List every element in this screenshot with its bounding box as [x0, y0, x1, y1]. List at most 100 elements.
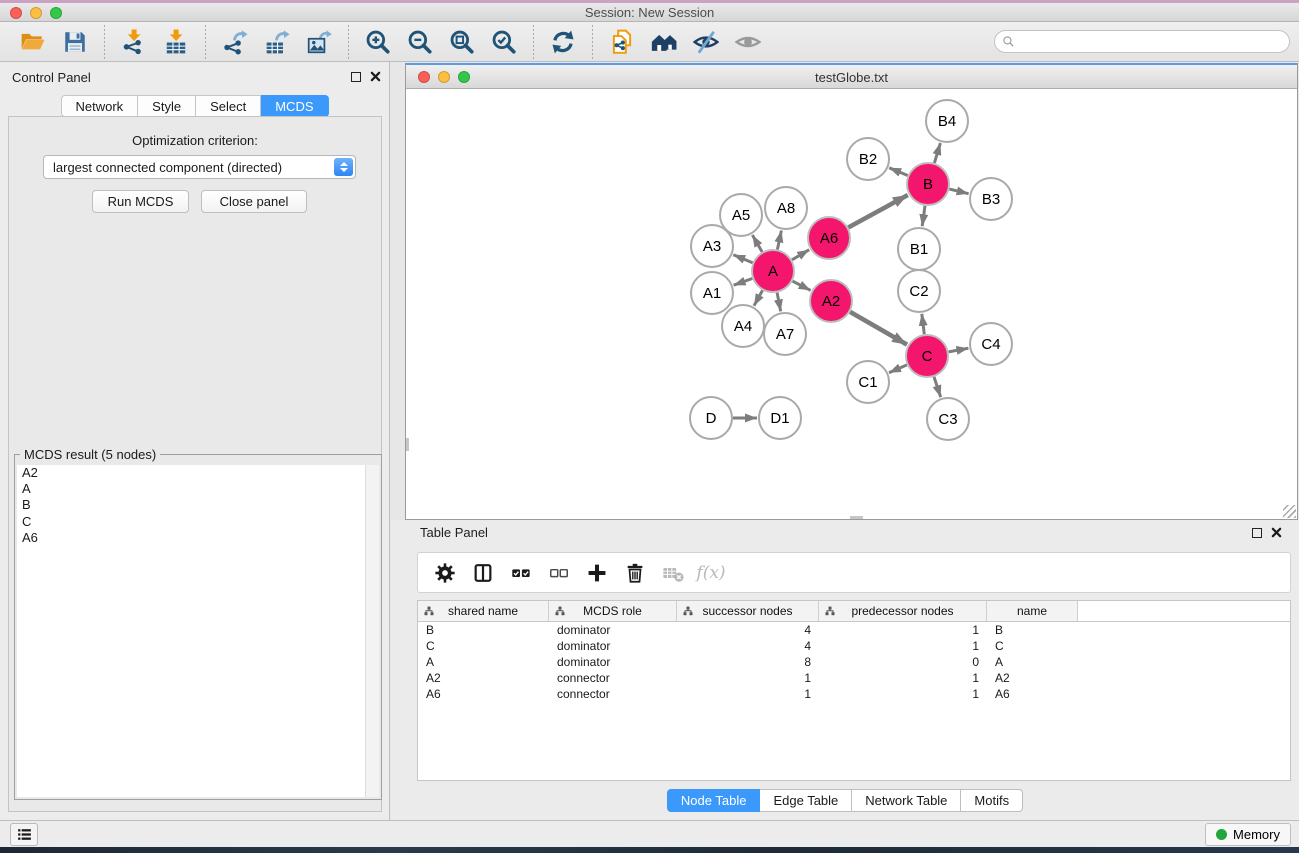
graph-node-B2[interactable]: B2: [847, 138, 889, 180]
graph-edge-A-A4[interactable]: [754, 290, 763, 306]
table-row-A2[interactable]: A2connector11A2: [418, 670, 1290, 686]
float-table-panel-icon[interactable]: [1252, 528, 1262, 538]
table-row-A[interactable]: Adominator80A: [418, 654, 1290, 670]
graph-node-A7[interactable]: A7: [764, 313, 806, 355]
first-neighbors-button[interactable]: [645, 25, 683, 59]
column-header-successor-nodes[interactable]: successor nodes: [677, 601, 819, 621]
close-table-panel-icon[interactable]: [1271, 527, 1282, 538]
table-row-A6[interactable]: A6connector11A6: [418, 686, 1290, 702]
create-new-column-button[interactable]: [581, 557, 613, 589]
splitter-handle-bottom[interactable]: [850, 516, 863, 519]
save-session-button[interactable]: [56, 25, 94, 59]
tab-network[interactable]: Network: [60, 95, 138, 117]
table-row-B[interactable]: Bdominator41B: [418, 622, 1290, 638]
graph-edge-A-A3[interactable]: [733, 255, 752, 263]
graph-node-C[interactable]: C: [906, 335, 948, 377]
network-canvas[interactable]: B4B2BB3A5A8A6A3B1AA1C2A2A4A7C4CC1C3DD1: [406, 89, 1297, 519]
tab-node-table[interactable]: Node Table: [667, 789, 761, 812]
graph-node-A3[interactable]: A3: [691, 225, 733, 267]
graph-edge-A6-B[interactable]: [848, 195, 908, 228]
close-panel-icon[interactable]: [370, 71, 381, 82]
graph-edge-C-C1[interactable]: [889, 365, 907, 373]
graph-edge-A2-C[interactable]: [850, 312, 907, 345]
search-box[interactable]: [994, 30, 1290, 53]
delete-columns-button[interactable]: [619, 557, 651, 589]
tab-style[interactable]: Style: [138, 95, 196, 117]
table-options-button[interactable]: [429, 557, 461, 589]
column-header-name[interactable]: name: [987, 601, 1078, 621]
task-history-button[interactable]: [10, 823, 38, 846]
zoom-out-button[interactable]: [401, 25, 439, 59]
open-session-button[interactable]: [14, 25, 52, 59]
result-list-scrollbar[interactable]: [365, 465, 379, 797]
graph-edge-B-B2[interactable]: [889, 168, 908, 176]
graph-node-A2[interactable]: A2: [810, 280, 852, 322]
splitter-handle-left[interactable]: [406, 438, 409, 451]
graph-edge-B-B3[interactable]: [949, 189, 968, 194]
fit-content-button[interactable]: [443, 25, 481, 59]
float-panel-icon[interactable]: [351, 72, 361, 82]
tab-edge-table[interactable]: Edge Table: [760, 789, 852, 812]
tab-mcds[interactable]: MCDS: [261, 95, 328, 117]
unselect-all-columns-button[interactable]: [543, 557, 575, 589]
show-all-button[interactable]: [729, 25, 767, 59]
criterion-select[interactable]: largest connected component (directed): [43, 155, 356, 179]
graph-node-D1[interactable]: D1: [759, 397, 801, 439]
zoom-in-button[interactable]: [359, 25, 397, 59]
close-panel-button[interactable]: Close panel: [201, 190, 307, 213]
import-table-from-file-button[interactable]: [157, 25, 195, 59]
graph-edge-C-C4[interactable]: [949, 348, 969, 352]
export-table-button[interactable]: [258, 25, 296, 59]
network-window-titlebar[interactable]: testGlobe.txt: [406, 65, 1297, 89]
graph-edge-A-A1[interactable]: [734, 279, 753, 286]
column-header-shared-name[interactable]: shared name: [418, 601, 549, 621]
graph-node-B[interactable]: B: [907, 163, 949, 205]
graph-edge-B-B4[interactable]: [934, 143, 940, 163]
table-row-C[interactable]: Cdominator41C: [418, 638, 1290, 654]
graph-edge-B-B1[interactable]: [922, 206, 925, 226]
result-item[interactable]: A2: [17, 465, 379, 481]
graph-node-D[interactable]: D: [690, 397, 732, 439]
show-columns-button[interactable]: [467, 557, 499, 589]
export-network-button[interactable]: [216, 25, 254, 59]
graph-edge-A-A2[interactable]: [793, 281, 811, 290]
result-item[interactable]: C: [17, 514, 379, 530]
graph-node-A4[interactable]: A4: [722, 305, 764, 347]
tab-network-table[interactable]: Network Table: [852, 789, 961, 812]
graph-edge-C-C2[interactable]: [922, 314, 925, 334]
graph-node-C2[interactable]: C2: [898, 270, 940, 312]
graph-node-A[interactable]: A: [752, 250, 794, 292]
graph-node-B4[interactable]: B4: [926, 100, 968, 142]
graph-edge-A-A5[interactable]: [752, 235, 762, 252]
fit-selected-button[interactable]: [485, 25, 523, 59]
result-item[interactable]: B: [17, 497, 379, 513]
graph-edge-A-A8[interactable]: [777, 231, 781, 250]
graph-edge-A-A6[interactable]: [792, 250, 809, 260]
run-mcds-button[interactable]: Run MCDS: [92, 190, 189, 213]
apply-preferred-layout-button[interactable]: [544, 25, 582, 59]
new-network-from-selection-button[interactable]: [603, 25, 641, 59]
graph-node-B1[interactable]: B1: [898, 228, 940, 270]
result-item[interactable]: A6: [17, 530, 379, 546]
graph-node-A8[interactable]: A8: [765, 187, 807, 229]
search-input[interactable]: [1015, 33, 1289, 51]
hide-selected-button[interactable]: [687, 25, 725, 59]
tab-select[interactable]: Select: [196, 95, 261, 117]
graph-node-A6[interactable]: A6: [808, 217, 850, 259]
graph-edge-C-C3[interactable]: [934, 377, 941, 397]
graph-node-C4[interactable]: C4: [970, 323, 1012, 365]
graph-edge-A-A7[interactable]: [777, 293, 781, 312]
result-item[interactable]: A: [17, 481, 379, 497]
window-resize-grip[interactable]: [1283, 505, 1296, 518]
import-network-from-file-button[interactable]: [115, 25, 153, 59]
export-image-button[interactable]: [300, 25, 338, 59]
graph-node-A1[interactable]: A1: [691, 272, 733, 314]
select-all-columns-button[interactable]: [505, 557, 537, 589]
graph-node-B3[interactable]: B3: [970, 178, 1012, 220]
graph-node-C1[interactable]: C1: [847, 361, 889, 403]
column-header-predecessor-nodes[interactable]: predecessor nodes: [819, 601, 987, 621]
graph-node-C3[interactable]: C3: [927, 398, 969, 440]
memory-button[interactable]: Memory: [1205, 823, 1291, 846]
tab-motifs[interactable]: Motifs: [961, 789, 1023, 812]
column-header-MCDS-role[interactable]: MCDS role: [549, 601, 677, 621]
